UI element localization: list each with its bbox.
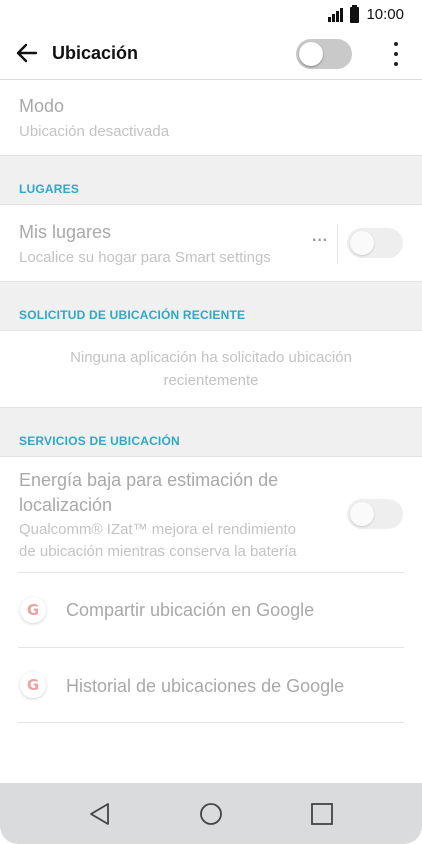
recent-empty-line1: Ninguna aplicación ha solicitado ubicaci…: [70, 349, 352, 366]
mode-title: Modo: [19, 96, 65, 116]
signal-icon: [328, 7, 344, 22]
low-energy-subtitle-line2: de ubicación mientras conserva la baterí…: [19, 543, 297, 560]
recents-square-icon[interactable]: [307, 799, 337, 829]
back-triangle-icon[interactable]: [86, 799, 116, 829]
section-header-recent: SOLICITUD DE UBICACIÓN RECIENTE: [0, 281, 422, 331]
section-header-services: SERVICIOS DE UBICACIÓN: [0, 407, 422, 457]
my-places-subtitle: Localice su hogar para Smart settings: [19, 249, 271, 266]
status-bar: 10:00: [0, 0, 422, 28]
battery-icon: [350, 4, 360, 23]
toggle-knob: [350, 502, 374, 526]
low-energy-row[interactable]: Energía baja para estimación de localiza…: [0, 457, 422, 572]
low-energy-toggle[interactable]: [347, 499, 403, 529]
my-places-title: Mis lugares: [19, 222, 112, 242]
google-share-label: Compartir ubicación en Google: [66, 600, 315, 620]
google-icon: G: [20, 597, 46, 623]
google-history-label: Historial de ubicaciones de Google: [66, 676, 345, 696]
more-horiz-icon[interactable]: ···: [312, 232, 328, 250]
section-label: SOLICITUD DE UBICACIÓN RECIENTE: [19, 308, 246, 322]
toggle-knob: [299, 42, 323, 66]
divider: [18, 722, 404, 723]
section-label: SERVICIOS DE UBICACIÓN: [19, 434, 180, 448]
mode-row[interactable]: Modo Ubicación desactivada: [0, 80, 422, 155]
low-energy-title-line1: Energía baja para estimación de: [19, 470, 279, 490]
status-time: 10:00: [366, 6, 404, 23]
home-circle-icon[interactable]: [196, 799, 226, 829]
location-toggle[interactable]: [296, 39, 352, 69]
section-header-places: LUGARES: [0, 155, 422, 205]
vertical-divider: [337, 225, 338, 263]
back-arrow-icon[interactable]: [14, 40, 40, 66]
navigation-bar: [0, 783, 422, 844]
my-places-row[interactable]: Mis lugares Localice su hogar para Smart…: [0, 205, 422, 281]
low-energy-subtitle-line1: Qualcomm® IZat™ mejora el rendimiento: [19, 521, 296, 538]
section-label: LUGARES: [19, 182, 80, 196]
app-bar: Ubicación: [0, 28, 422, 80]
google-share-row[interactable]: G Compartir ubicación en Google: [0, 573, 422, 648]
page-title: Ubicación: [52, 43, 139, 63]
low-energy-title-line2: localización: [19, 495, 113, 515]
recent-empty: Ninguna aplicación ha solicitado ubicaci…: [0, 331, 422, 407]
mode-subtitle: Ubicación desactivada: [19, 123, 170, 140]
toggle-knob: [350, 231, 374, 255]
google-history-row[interactable]: G Historial de ubicaciones de Google: [0, 648, 422, 723]
google-icon: G: [20, 672, 46, 698]
more-vert-icon[interactable]: [389, 40, 403, 68]
recent-empty-line2: recientemente: [163, 372, 259, 389]
my-places-toggle[interactable]: [347, 228, 403, 258]
